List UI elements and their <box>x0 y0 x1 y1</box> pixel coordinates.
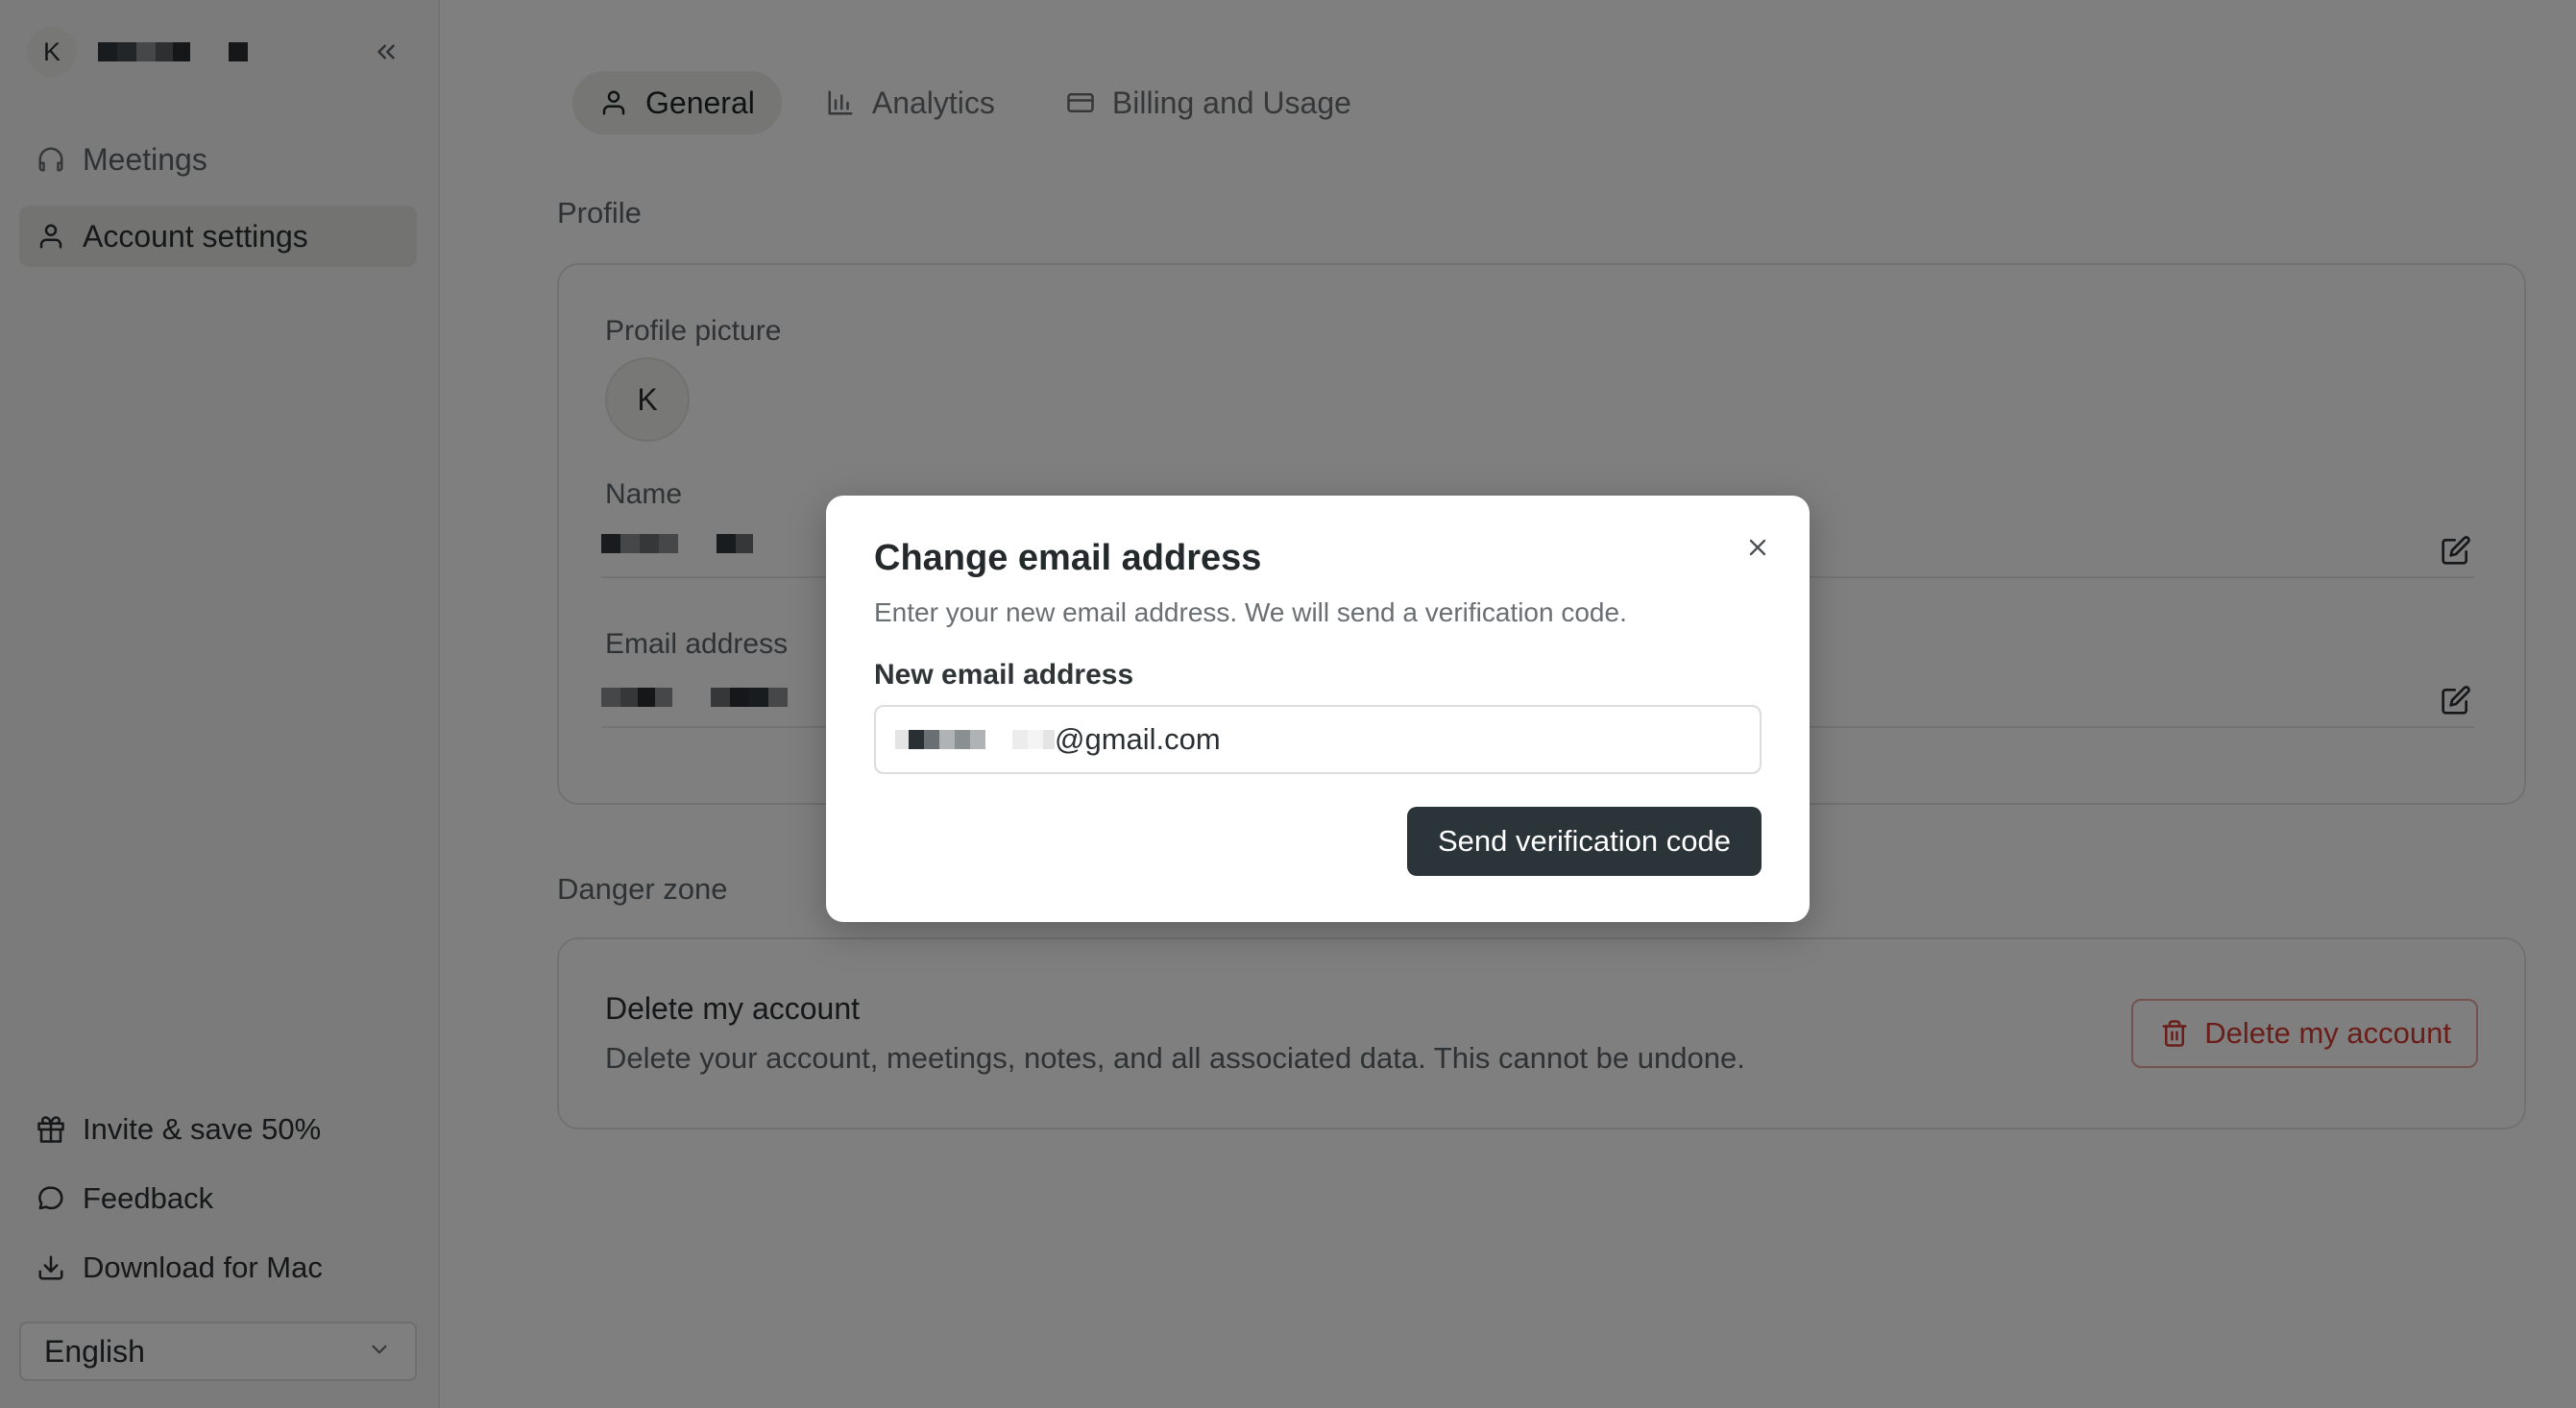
email-domain: @gmail.com <box>1055 722 1221 756</box>
new-email-input[interactable]: @gmail.com <box>874 705 1762 774</box>
email-local-part-redacted <box>895 730 1055 749</box>
dialog-subtitle: Enter your new email address. We will se… <box>874 597 1627 627</box>
change-email-dialog: Change email address Enter your new emai… <box>826 496 1810 922</box>
dialog-title: Change email address <box>874 538 1262 578</box>
send-verification-code-button[interactable]: Send verification code <box>1406 807 1762 876</box>
new-email-label: New email address <box>874 659 1134 691</box>
close-icon[interactable] <box>1738 528 1777 567</box>
